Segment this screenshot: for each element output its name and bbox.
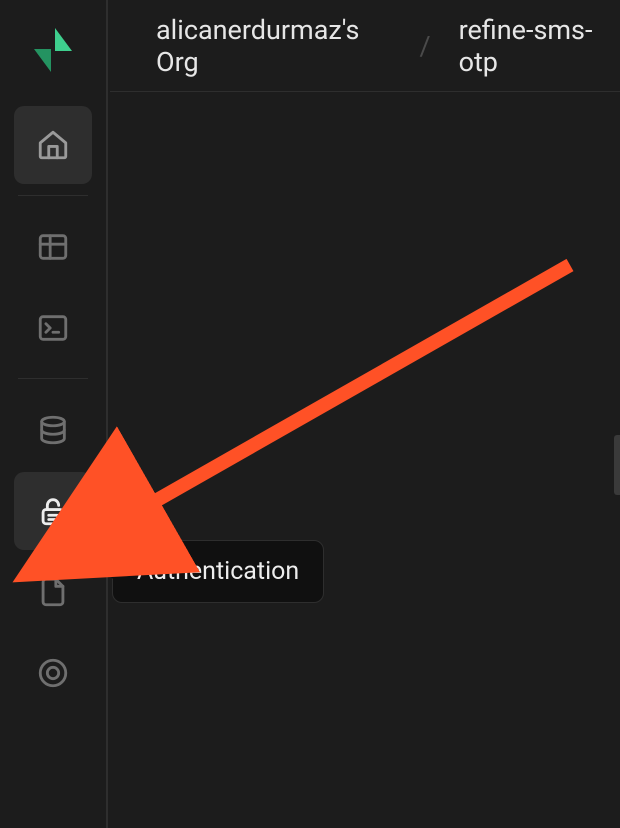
tooltip-caret [106, 565, 113, 579]
breadcrumb-project[interactable]: refine-sms-otp [459, 14, 620, 78]
circle-icon [36, 656, 70, 690]
supabase-logo-icon [28, 25, 78, 75]
header: alicanerdurmaz's Org / refine-sms-otp [110, 0, 620, 92]
main-content [110, 93, 620, 828]
home-icon [36, 128, 70, 162]
lock-icon [36, 494, 70, 528]
table-icon [36, 230, 70, 264]
tooltip-label: Authentication [137, 557, 299, 586]
sidebar-item-table-editor[interactable] [14, 208, 92, 286]
breadcrumb-org[interactable]: alicanerdurmaz's Org [156, 14, 391, 78]
file-icon [36, 575, 70, 609]
breadcrumb-separator: / [419, 30, 430, 62]
sidebar-divider [18, 378, 88, 379]
app-logo[interactable] [25, 22, 81, 78]
sidebar-item-database[interactable] [14, 391, 92, 469]
sidebar-item-sql-editor[interactable] [14, 289, 92, 367]
sidebar [0, 0, 108, 828]
sidebar-divider [18, 195, 88, 196]
sidebar-item-authentication[interactable] [14, 472, 92, 550]
terminal-icon [36, 311, 70, 345]
database-icon [36, 413, 70, 447]
sidebar-item-home[interactable] [14, 106, 92, 184]
tooltip-authentication: Authentication [112, 540, 324, 603]
scrollbar-hint[interactable] [614, 435, 620, 495]
sidebar-item-edge-functions[interactable] [14, 634, 92, 712]
sidebar-item-storage[interactable] [14, 553, 92, 631]
